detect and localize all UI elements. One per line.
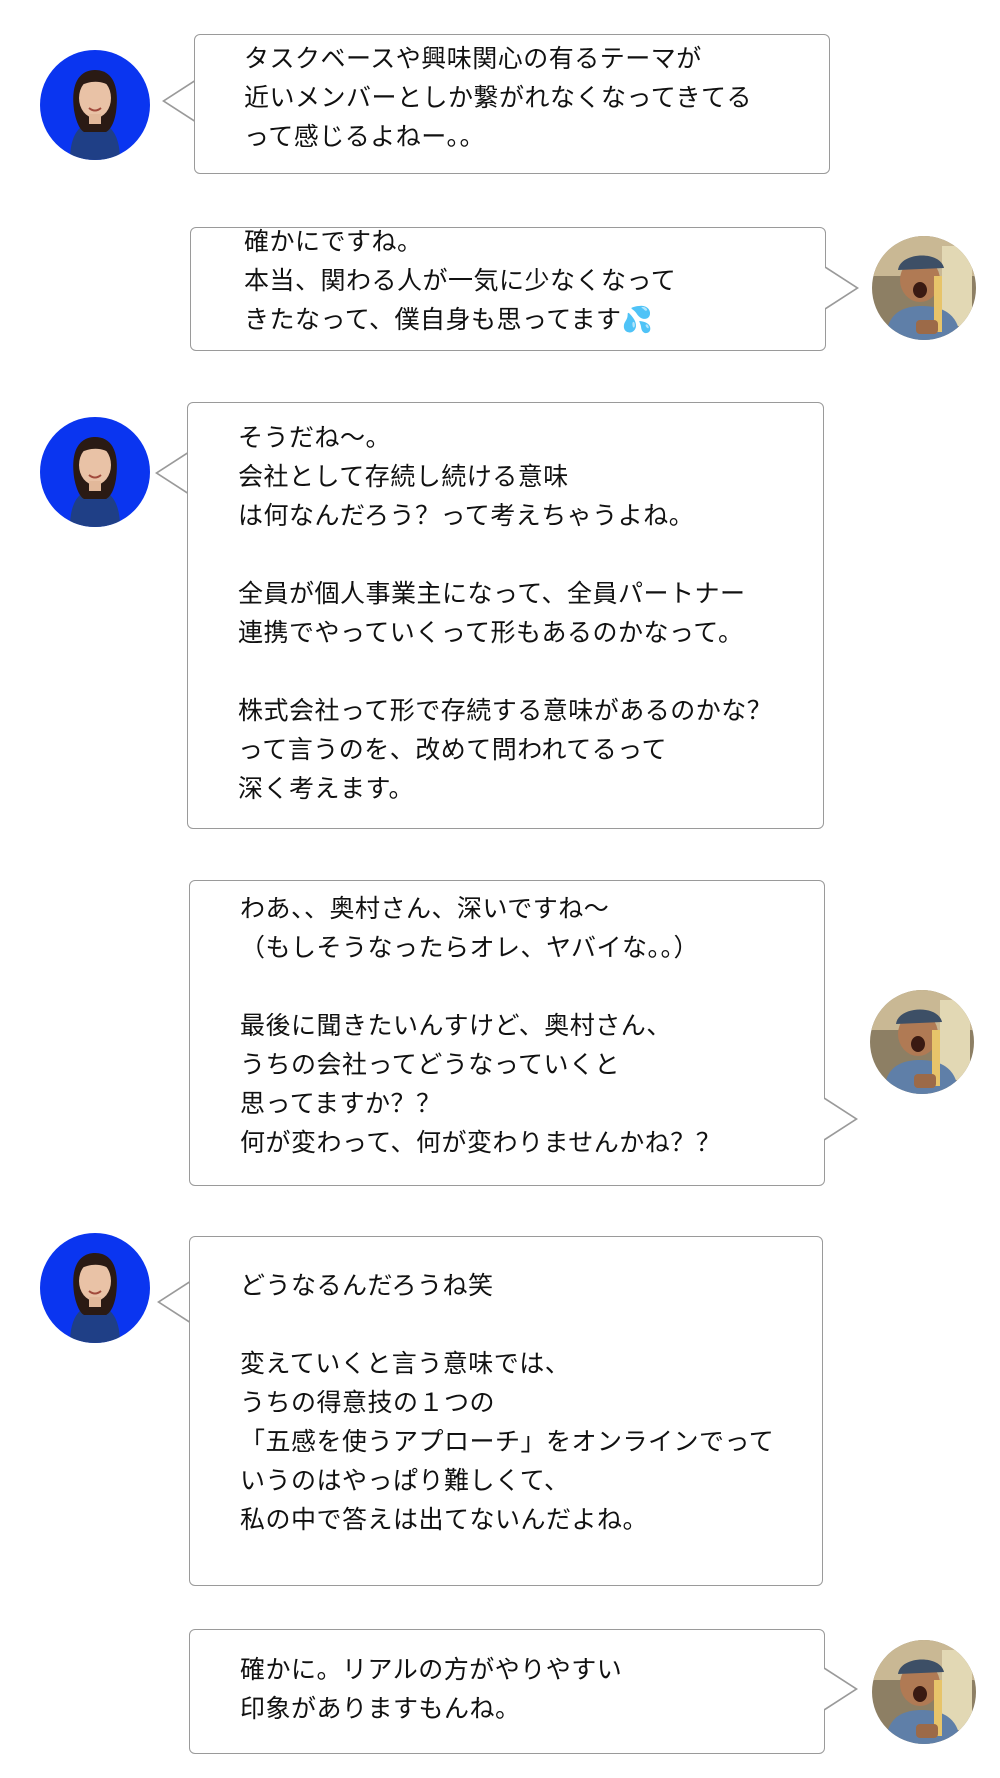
woman-avatar-icon: [40, 417, 150, 527]
man-avatar-icon: [872, 1640, 976, 1744]
message-text: わあ、、奥村さん、深いですね〜 （もしそうなったらオレ、ヤバイな。。） 最後に聞…: [240, 894, 722, 1157]
bubble-tail: [824, 1097, 858, 1141]
bubble-tail: [155, 451, 189, 495]
message-text: タスクベースや興味関心の有るテーマが 近いメンバーとしか繋がれなくなってきてる …: [244, 44, 753, 151]
man-avatar-icon: [870, 990, 974, 1094]
woman-avatar-icon: [40, 50, 150, 160]
bubble-tail: [162, 79, 196, 123]
message-text: 確かにですね。 本当、関わる人が一気に少なくなって きたなって、僕自身も思ってま…: [244, 227, 677, 334]
message-text: 確かに。リアルの方がやりやすい 印象がありますもんね。: [240, 1655, 623, 1723]
bubble-tail: [825, 266, 859, 310]
message-text: そうだね〜。 会社として存続し続ける意味 は何なんだろう？って考えちゃうよね。 …: [238, 423, 773, 803]
bubble-tail: [157, 1280, 191, 1324]
bubble-tail: [824, 1667, 858, 1711]
message-text: どうなるんだろうね笑 変えていくと言う意味では、 うちの得意技の１つの 「五感を…: [240, 1271, 775, 1534]
man-avatar-icon: [872, 236, 976, 340]
woman-avatar-icon: [40, 1233, 150, 1343]
